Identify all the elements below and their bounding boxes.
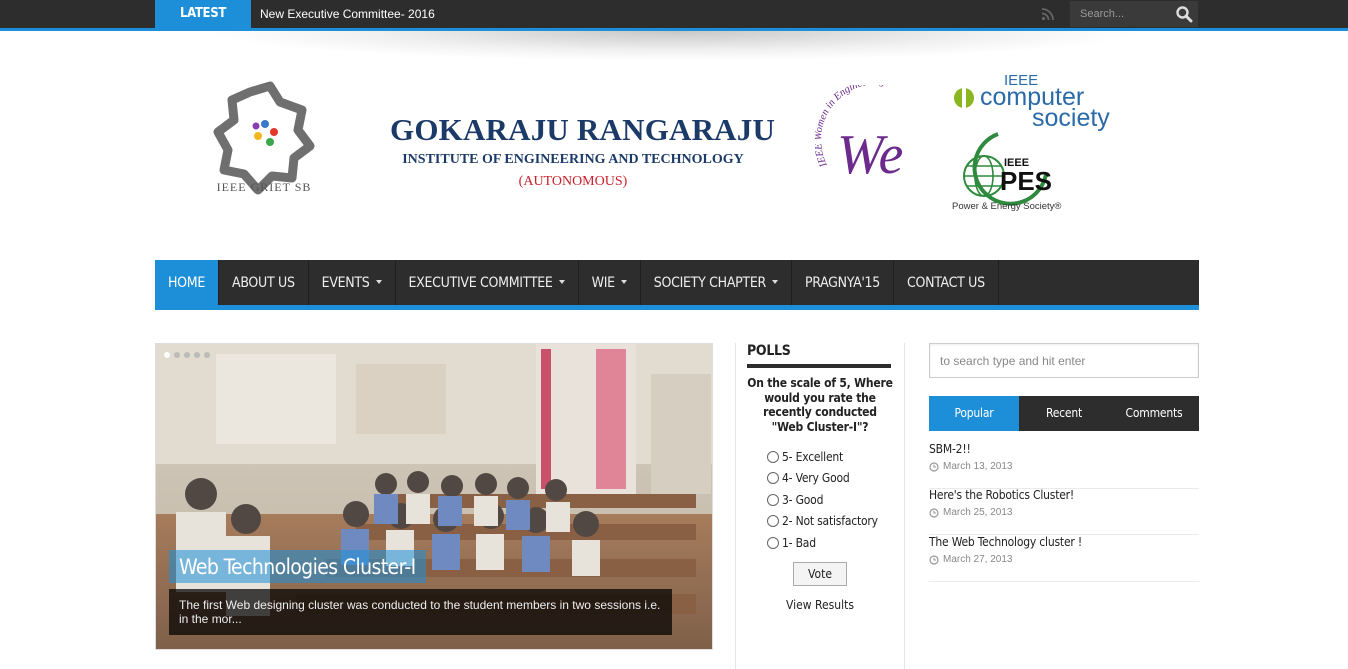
nav-item-society-chapter[interactable]: SOCIETY CHAPTER bbox=[641, 260, 792, 305]
nav-item-contact-us[interactable]: CONTACT US bbox=[894, 260, 999, 305]
pes-mark: PES bbox=[1000, 166, 1052, 196]
poll-option[interactable]: 5- Excellent bbox=[767, 446, 878, 468]
chevron-down-icon bbox=[558, 279, 565, 284]
poll-option-label: 3- Good bbox=[782, 492, 824, 507]
slider-dot[interactable] bbox=[174, 352, 180, 358]
featured-slider[interactable]: Web Technologies Cluster-I The first Web… bbox=[155, 343, 713, 650]
ieee-wie-logo[interactable]: IEEE Women in Engineering We bbox=[815, 85, 935, 185]
poll-option[interactable]: 4- Very Good bbox=[767, 468, 878, 490]
college-subtitle: INSTITUTE OF ENGINEERING AND TECHNOLOGY bbox=[402, 152, 744, 167]
nav-item-executive-committee[interactable]: EXECUTIVE COMMITTEE bbox=[396, 260, 579, 305]
post-title-link[interactable]: The Web Technology cluster ! bbox=[929, 535, 1082, 549]
header-shadow bbox=[200, 31, 1148, 61]
post-date-text: March 13, 2013 bbox=[943, 461, 1013, 472]
ieee-griet-sb-label: IEEE GRIET SB bbox=[216, 180, 312, 194]
poll-option-label: 5- Excellent bbox=[782, 449, 844, 464]
clock-icon bbox=[929, 507, 939, 518]
latest-updates-label: LATEST UPDATES bbox=[155, 0, 251, 49]
poll-option[interactable]: 3- Good bbox=[767, 489, 878, 511]
radio-button[interactable] bbox=[767, 515, 779, 528]
chevron-down-icon bbox=[620, 279, 627, 284]
vote-button[interactable]: Vote bbox=[793, 562, 847, 586]
tab-recent[interactable]: Recent bbox=[1019, 396, 1109, 431]
top-bar: LATEST UPDATES New Executive Committee- … bbox=[0, 0, 1348, 49]
nav-item-label: ABOUT US bbox=[232, 274, 295, 291]
pes-subtitle: Power & Energy Society® bbox=[952, 201, 1061, 212]
ieee-pes-logo[interactable]: IEEE PES Power & Energy Society® bbox=[950, 130, 1070, 214]
slide-caption: The first Web designing cluster was cond… bbox=[169, 589, 672, 635]
top-search-input[interactable] bbox=[1070, 1, 1170, 27]
radio-button[interactable] bbox=[767, 536, 779, 549]
chevron-down-icon bbox=[375, 279, 382, 284]
nav-item-label: WIE bbox=[591, 274, 616, 291]
post-date: March 25, 2013 bbox=[929, 507, 1013, 518]
post-date-text: March 27, 2013 bbox=[943, 554, 1013, 565]
college-name: GOKARAJU RANGARAJU bbox=[390, 112, 776, 147]
slider-pagination bbox=[164, 352, 210, 358]
radio-button[interactable] bbox=[767, 450, 779, 463]
post-date: March 13, 2013 bbox=[929, 461, 1013, 472]
view-results-link[interactable]: View Results bbox=[736, 598, 904, 612]
tab-comments[interactable]: Comments bbox=[1109, 396, 1199, 431]
nav-item-label: CONTACT US bbox=[906, 274, 985, 291]
slider-dot[interactable] bbox=[184, 352, 190, 358]
nav-item-pragnya-15[interactable]: PRAGNYA'15 bbox=[792, 260, 894, 305]
nav-item-label: HOME bbox=[168, 274, 206, 291]
post-tabs: Popular Recent Comments bbox=[929, 396, 1199, 431]
latest-update-link[interactable]: New Executive Committee- 2016 bbox=[260, 0, 435, 28]
ieee-computer-society-logo[interactable]: IEEE computer society bbox=[950, 70, 1120, 132]
chevron-down-icon bbox=[771, 279, 778, 284]
poll-question: On the scale of 5, Where would you rate … bbox=[747, 376, 893, 434]
search-icon[interactable] bbox=[1175, 5, 1193, 23]
college-autonomous-label: (AUTONOMOUS) bbox=[518, 174, 628, 189]
nav-item-label: EVENTS bbox=[321, 274, 370, 291]
nav-item-home[interactable]: HOME bbox=[155, 260, 220, 305]
poll-option-label: 4- Very Good bbox=[782, 471, 850, 486]
tab-popular[interactable]: Popular bbox=[929, 396, 1019, 431]
list-item[interactable]: The Web Technology cluster ! March 27, 2… bbox=[929, 535, 1199, 582]
post-title-link[interactable]: Here's the Robotics Cluster! bbox=[929, 488, 1074, 502]
slider-dot[interactable] bbox=[204, 352, 210, 358]
nav-item-label: PRAGNYA'15 bbox=[804, 274, 880, 291]
poll-option-label: 2- Not satisfactory bbox=[782, 514, 878, 529]
nav-item-events[interactable]: EVENTS bbox=[309, 260, 396, 305]
sidebar-search-box bbox=[929, 343, 1199, 378]
slider-dot[interactable] bbox=[194, 352, 200, 358]
poll-option-label: 1- Bad bbox=[782, 535, 816, 550]
polls-heading: POLLS bbox=[747, 343, 891, 368]
radio-button[interactable] bbox=[767, 472, 779, 485]
nav-item-about-us[interactable]: ABOUT US bbox=[219, 260, 309, 305]
poll-options: 5- Excellent 4- Very Good 3- Good 2- Not… bbox=[767, 446, 878, 554]
list-item[interactable]: Here's the Robotics Cluster! March 25, 2… bbox=[929, 488, 1199, 535]
nav-item-label: EXECUTIVE COMMITTEE bbox=[408, 274, 553, 291]
clock-icon bbox=[929, 554, 939, 565]
main-nav: HOME ABOUT US EVENTS EXECUTIVE COMMITTEE WIE… bbox=[155, 260, 1199, 305]
nav-item-wie[interactable]: WIE bbox=[579, 260, 641, 305]
post-date: March 27, 2013 bbox=[929, 554, 1013, 565]
poll-option[interactable]: 2- Not satisfactory bbox=[767, 511, 878, 533]
cs-line2: society bbox=[1032, 104, 1110, 132]
rss-icon[interactable] bbox=[1040, 6, 1056, 22]
main-nav-accent-line bbox=[155, 305, 1199, 310]
list-item[interactable]: SBM-2!! March 13, 2013 bbox=[929, 442, 1199, 489]
sidebar-search-input[interactable] bbox=[930, 344, 1198, 377]
polls-widget: POLLS On the scale of 5, Where would you… bbox=[735, 343, 905, 669]
top-search-box bbox=[1070, 1, 1198, 27]
slide-title[interactable]: Web Technologies Cluster-I bbox=[169, 550, 426, 583]
post-date-text: March 25, 2013 bbox=[943, 507, 1013, 518]
slider-dot[interactable] bbox=[164, 352, 170, 358]
poll-option[interactable]: 1- Bad bbox=[767, 532, 878, 554]
wie-mark: We bbox=[837, 124, 903, 185]
radio-button[interactable] bbox=[767, 493, 779, 506]
nav-item-label: SOCIETY CHAPTER bbox=[653, 274, 766, 291]
post-title-link[interactable]: SBM-2!! bbox=[929, 442, 971, 456]
clock-icon bbox=[929, 461, 939, 472]
